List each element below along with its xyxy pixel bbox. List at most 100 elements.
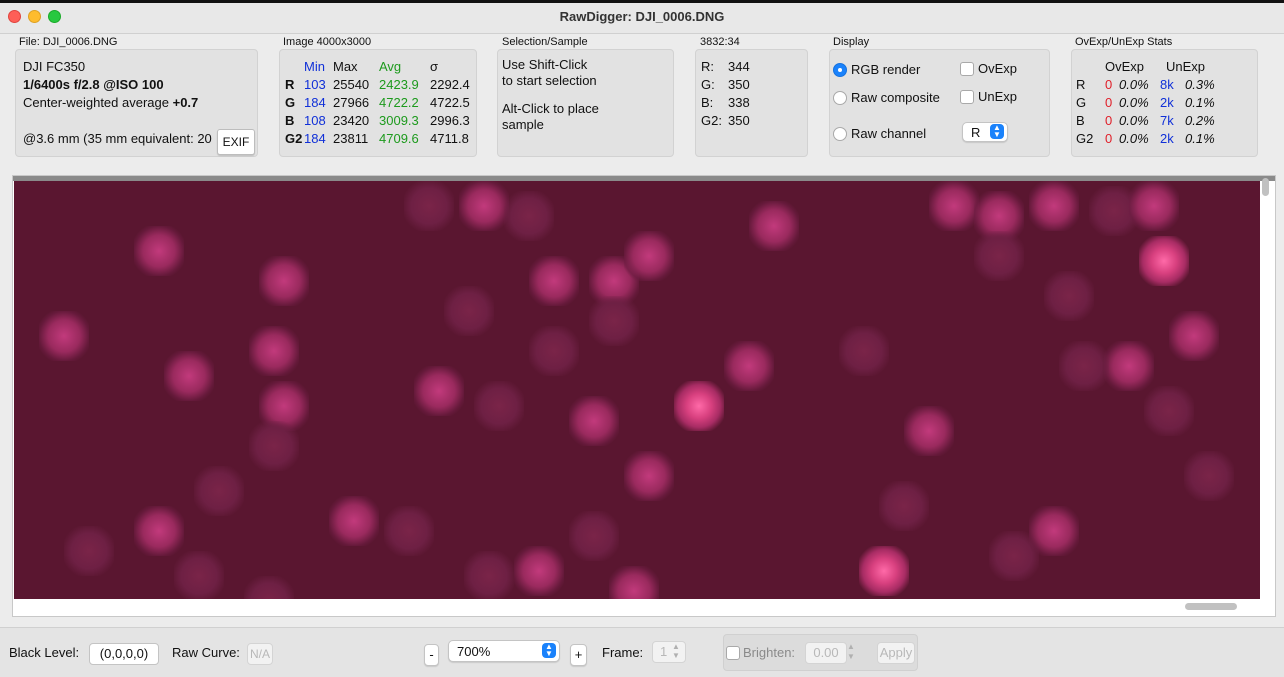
image-stats-panel: Min Max Avg σ R 103 25540 2423.9 2292.4 …: [279, 49, 477, 157]
raw-image-canvas[interactable]: [14, 181, 1260, 599]
image-highlight: [259, 256, 309, 306]
pixel-channel-label: R:: [701, 59, 714, 74]
frame-label: Frame:: [602, 645, 644, 660]
focal-length-info: @3.6 mm (35 mm equivalent: 20: [23, 131, 212, 146]
image-highlight: [464, 551, 514, 599]
image-size-caption: Image 4000x3000: [283, 36, 372, 48]
max-value: 23420: [333, 113, 370, 128]
apply-button[interactable]: Apply: [877, 642, 915, 664]
image-highlight: [1029, 181, 1079, 231]
vertical-scrollbar[interactable]: [1262, 178, 1269, 196]
zoom-out-button[interactable]: -: [424, 644, 439, 666]
pixel-channel-value: 350: [728, 113, 750, 128]
image-highlight: [929, 181, 979, 231]
brighten-stepper-icon[interactable]: ▲ ▼: [847, 642, 855, 662]
brighten-field[interactable]: 0.00: [805, 642, 847, 664]
min-value: 184: [304, 95, 326, 110]
image-highlight: [674, 381, 724, 431]
ovexp-count: 0: [1105, 113, 1113, 128]
unexp-percent: 0.3%: [1185, 77, 1215, 92]
raw-composite-radio[interactable]: [833, 91, 847, 105]
image-highlight: [514, 546, 564, 596]
image-highlight: [749, 201, 799, 251]
image-highlight: [989, 531, 1039, 581]
ovexp-percent: 0.0%: [1119, 77, 1149, 92]
brighten-checkbox[interactable]: [726, 646, 740, 660]
display-caption: Display: [833, 36, 870, 48]
stats-channel-label: G2: [1076, 131, 1094, 146]
ovexp-percent: 0.0%: [1119, 131, 1149, 146]
min-value: 108: [304, 113, 326, 128]
cursor-position-caption: 3832:34: [700, 36, 740, 48]
unexp-label[interactable]: UnExp: [978, 89, 1017, 104]
image-highlight: [459, 181, 509, 231]
sigma-value: 4711.8: [430, 131, 469, 146]
channel-label: G2: [285, 131, 303, 146]
image-highlight: [474, 381, 524, 431]
pixel-channel-value: 344: [728, 59, 750, 74]
display-panel: RGB render Raw composite Raw channel OvE…: [829, 49, 1050, 157]
min-header: Min: [304, 59, 325, 74]
image-highlight: [589, 296, 639, 346]
avg-value: 4709.6: [379, 131, 419, 146]
frame-select-value: 1: [660, 644, 668, 659]
avg-value: 4722.2: [379, 95, 419, 110]
image-viewer[interactable]: [12, 175, 1276, 617]
sample-hint-line1: Alt-Click to place: [502, 101, 599, 116]
zoom-in-button[interactable]: +: [570, 644, 587, 666]
unexp-percent: 0.1%: [1185, 131, 1215, 146]
image-highlight: [134, 226, 184, 276]
channel-label: R: [285, 77, 295, 92]
image-highlight: [404, 181, 454, 231]
ovexp-percent: 0.0%: [1119, 95, 1149, 110]
unexp-checkbox[interactable]: [960, 90, 974, 104]
unexp-count: 8k: [1160, 77, 1174, 92]
bottom-toolbar: Black Level: (0,0,0,0) Raw Curve: N/A - …: [0, 627, 1284, 677]
ovexp-header: OvExp: [1105, 59, 1145, 74]
unexp-percent: 0.2%: [1185, 113, 1215, 128]
ovexp-label[interactable]: OvExp: [978, 61, 1017, 76]
raw-channel-radio[interactable]: [833, 127, 847, 141]
zoom-select[interactable]: 700% ▲ ▼: [448, 640, 560, 662]
unexp-count: 2k: [1160, 131, 1174, 146]
image-highlight: [1144, 386, 1194, 436]
rgb-render-label[interactable]: RGB render: [851, 62, 920, 77]
pixel-channel-label: B:: [701, 95, 714, 110]
ovexp-checkbox[interactable]: [960, 62, 974, 76]
min-value: 184: [304, 131, 326, 146]
exif-button[interactable]: EXIF: [217, 129, 255, 155]
rgb-render-radio[interactable]: [833, 63, 847, 77]
selection-hint-line2: to start selection: [502, 73, 597, 88]
image-highlight: [624, 231, 674, 281]
image-highlight: [624, 451, 674, 501]
horizontal-scrollbar[interactable]: [1185, 603, 1237, 610]
ovexp-count: 0: [1105, 131, 1113, 146]
raw-curve-field[interactable]: N/A: [247, 643, 273, 665]
image-highlight: [859, 546, 909, 596]
frame-select[interactable]: 1 ▲ ▼: [652, 641, 686, 663]
image-highlight: [839, 326, 889, 376]
image-highlight: [1184, 451, 1234, 501]
image-highlight: [569, 511, 619, 561]
black-level-field[interactable]: (0,0,0,0): [89, 643, 159, 665]
title-bar: RawDigger: DJI_0006.DNG: [0, 0, 1284, 34]
unexp-header: UnExp: [1166, 59, 1206, 74]
sigma-value: 4722.5: [430, 95, 470, 110]
image-highlight: [504, 191, 554, 241]
black-level-label: Black Level:: [9, 645, 80, 660]
raw-channel-label[interactable]: Raw channel: [851, 126, 926, 141]
image-highlight: [879, 481, 929, 531]
raw-channel-select[interactable]: R ▲ ▼: [962, 122, 1008, 142]
pixel-channel-label: G2:: [701, 113, 722, 128]
raw-composite-label[interactable]: Raw composite: [851, 90, 940, 105]
image-highlight: [164, 351, 214, 401]
image-highlight: [974, 231, 1024, 281]
channel-label: G: [285, 95, 296, 110]
select-chevron-icon: ▲ ▼: [990, 124, 1004, 139]
image-highlight: [569, 396, 619, 446]
image-highlight: [609, 566, 659, 599]
unexp-percent: 0.1%: [1185, 95, 1215, 110]
raw-channel-select-value: R: [971, 125, 981, 140]
image-highlight: [529, 256, 579, 306]
exposure-compensation: +0.7: [172, 95, 199, 110]
